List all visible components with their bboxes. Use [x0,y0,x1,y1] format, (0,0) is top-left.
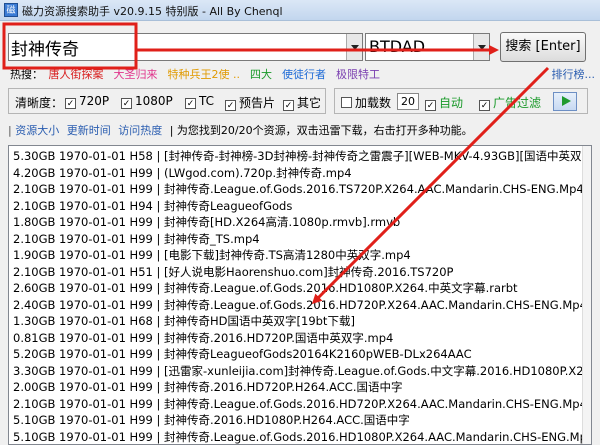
result-info-bar: | 资源大小 更新时间 访问热度 | 为您找到20/20个资源，双击迅雷下载，右… [8,122,593,140]
ranking-link[interactable]: 排行榜... [552,66,596,82]
checkbox-icon: ✓ [65,98,76,109]
clarity-other-checkbox[interactable]: ✓其它 [283,94,321,111]
hot-search-item[interactable]: 四大 [250,68,272,81]
result-row[interactable]: 3.30GB 1970-01-01 H99 | [迅雷家-xunleijia.c… [13,363,592,380]
result-row[interactable]: 1.80GB 1970-01-01 H99 | 封神传奇[HD.X264高清.1… [13,214,400,231]
result-row[interactable]: 2.00GB 1970-01-01 H99 | 封神传奇.2016.HD720P… [13,379,402,396]
hot-search-item[interactable]: 特种兵王2使 .. [168,68,241,81]
sort-by-popularity-link[interactable]: 访问热度 [118,124,162,137]
title-bar: 磁 磁力资源搜索助手 v20.9.15 特别版 - All By Chenql [0,0,600,21]
result-row[interactable]: 2.10GB 1970-01-01 H99 | 封神传奇.League.of.G… [13,181,592,198]
engine-selected-value: BTDAD [369,37,425,56]
checkbox-icon: ✓ [225,100,236,111]
search-combobox[interactable] [8,33,363,61]
result-row[interactable]: 2.10GB 1970-01-01 H99 | 封神传奇.League.of.G… [13,396,592,413]
result-row[interactable]: 4.20GB 1970-01-01 H99 | (LWgod.com).720p… [13,165,352,182]
hot-search-item[interactable]: 大圣归来 [114,68,158,81]
checkbox-icon: ✓ [425,100,436,111]
clarity-tc-checkbox[interactable]: ✓TC [185,94,214,109]
filter-options: 清晰度： ✓720P ✓1080P ✓TC ✓预告片 ✓其它 加载数 20 ✓自… [8,88,588,114]
result-row[interactable]: 2.10GB 1970-01-01 H94 | 封神传奇LeagueofGods [13,198,292,215]
engine-select[interactable]: BTDAD [365,33,490,61]
result-row[interactable]: 2.40GB 1970-01-01 H99 | 封神传奇.League.of.G… [13,297,592,314]
clarity-label: 清晰度： [15,94,63,111]
auto-checkbox[interactable]: ✓自动 [425,94,463,111]
engine-dropdown-icon[interactable] [473,34,489,60]
play-icon[interactable] [553,92,577,111]
sort-by-size-link[interactable]: 资源大小 [15,124,59,137]
clarity-720p-checkbox[interactable]: ✓720P [65,94,109,109]
result-message: | 为您找到20/20个资源，双击迅雷下载，右击打开多种功能。 [170,124,473,137]
result-row[interactable]: 2.60GB 1970-01-01 H99 | 封神传奇.League.of.G… [13,280,518,297]
result-row[interactable]: 1.30GB 1970-01-01 H68 | 封神传奇HD国语中英双字[19b… [13,313,355,330]
search-input[interactable] [11,35,341,59]
hot-search-bar: 热搜： 唐人街探案大圣归来特种兵王2使 .. 四大使徒行者极限特工 排行榜... [10,66,595,82]
checkbox-icon: ✓ [185,98,196,109]
sort-by-time-link[interactable]: 更新时间 [67,124,111,137]
hot-search-item[interactable]: 唐人街探案 [49,68,104,81]
clarity-trailer-checkbox[interactable]: ✓预告片 [225,94,275,111]
checkbox-icon: ✓ [479,100,490,111]
hot-search-label: 热搜： [10,68,43,81]
search-history-dropdown-icon[interactable] [346,34,362,60]
result-row[interactable]: 5.30GB 1970-01-01 H58 | [封神传奇-封神榜-3D封神榜-… [13,148,592,165]
clarity-1080p-checkbox[interactable]: ✓1080P [121,94,173,109]
load-count-checkbox[interactable]: 加载数 [341,94,391,111]
magnet-app-icon: 磁 [4,3,18,17]
clarity-group: 清晰度： ✓720P ✓1080P ✓TC ✓预告片 ✓其它 [8,88,326,114]
result-row[interactable]: 2.10GB 1970-01-01 H99 | 封神传奇_TS.mp4 [13,231,260,248]
hot-search-item[interactable]: 使徒行者 [282,68,326,81]
window-title: 磁力资源搜索助手 v20.9.15 特别版 - All By Chenql [22,3,283,19]
checkbox-icon [341,97,352,108]
result-row[interactable]: 0.81GB 1970-01-01 H99 | 封神传奇.2016.HD720P… [13,330,393,347]
results-list[interactable]: 5.30GB 1970-01-01 H58 | [封神传奇-封神榜-3D封神榜-… [8,145,592,445]
load-group: 加载数 20 ✓自动 ✓广告过滤 [334,88,588,114]
hot-search-item[interactable]: 极限特工 [336,68,380,81]
load-count-input[interactable]: 20 [397,93,419,110]
checkbox-icon: ✓ [121,98,132,109]
result-row[interactable]: 5.20GB 1970-01-01 H99 | 封神传奇LeagueofGods… [13,346,472,363]
search-button[interactable]: 搜索 [Enter] [500,32,586,62]
result-row[interactable]: 5.10GB 1970-01-01 H99 | 封神传奇.2016.HD1080… [13,412,410,429]
list-scrollbar[interactable] [582,146,591,445]
ad-filter-checkbox[interactable]: ✓广告过滤 [479,94,541,111]
result-row[interactable]: 1.90GB 1970-01-01 H99 | [电影下载]封神传奇.TS高清1… [13,247,411,264]
result-row[interactable]: 2.10GB 1970-01-01 H51 | [好人说电影Haorenshuo… [13,264,453,281]
checkbox-icon: ✓ [283,100,294,111]
